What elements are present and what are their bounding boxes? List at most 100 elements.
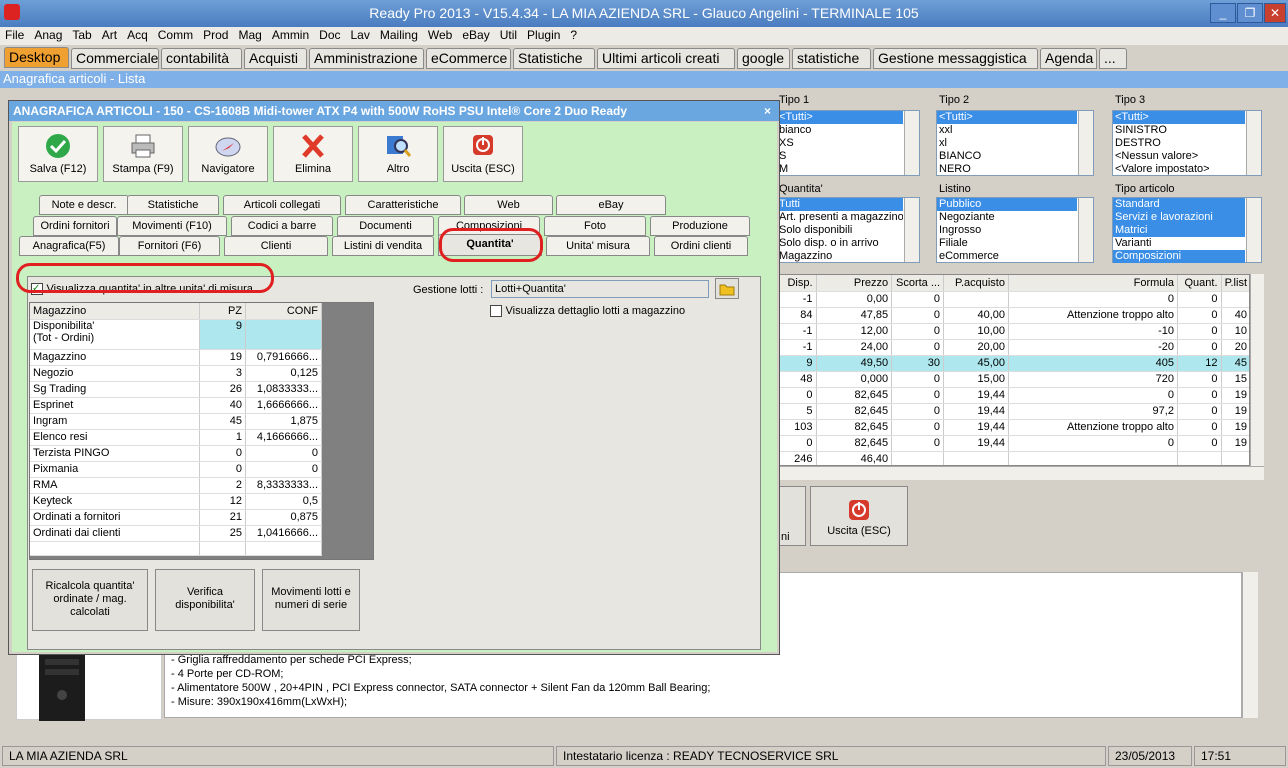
table-row[interactable]: Keyteck 12 0,5 xyxy=(30,493,322,510)
minimize-button[interactable]: _ xyxy=(1210,3,1236,23)
menu-doc-item[interactable]: Doc xyxy=(319,28,340,42)
tab-main-4[interactable]: Amministrazione xyxy=(309,48,424,69)
filter-scrollbar[interactable] xyxy=(1246,111,1261,175)
dialog-tab[interactable]: Statistiche xyxy=(127,195,219,215)
menu-art-item[interactable]: Art xyxy=(102,28,117,42)
qty-grid[interactable]: Magazzino PZ CONF Disponibilita' (Tot - Ord… xyxy=(29,302,374,560)
tab-main-8[interactable]: google xyxy=(737,48,790,69)
table-row[interactable]: 0 82,645 0 19,44 0 0 19 xyxy=(777,435,1249,452)
filter-option[interactable]: <Tutti> xyxy=(937,111,1077,124)
tipo2-list[interactable]: <Tutti> xxl xl BIANCO NERO xyxy=(936,110,1094,176)
qty-header-cell[interactable]: Magazzino xyxy=(30,303,201,320)
filter-option[interactable]: Servizi e lavorazioni xyxy=(1113,211,1245,224)
table-row[interactable]: -1 0,00 0 0 0 xyxy=(777,291,1249,308)
menu-mailing-item[interactable]: Mailing xyxy=(380,28,418,42)
dialog-tab[interactable]: Clienti xyxy=(224,236,328,256)
dialog-tab[interactable]: Ordini clienti xyxy=(654,236,748,256)
table-row[interactable]: 48 0,000 0 15,00 720 0 15 xyxy=(777,371,1249,388)
filter-option[interactable]: Magazzino xyxy=(777,250,903,263)
menu-mag-item[interactable]: Mag xyxy=(238,28,261,42)
tab-main-5[interactable]: eCommerce xyxy=(426,48,511,69)
table-row[interactable]: Magazzino 19 0,7916666... xyxy=(30,349,322,366)
tipo-articolo-list[interactable]: Standard Servizi e lavorazioni Matrici Vari… xyxy=(1112,197,1262,263)
dialog-tab[interactable]: eBay xyxy=(556,195,666,215)
table-row[interactable]: -1 12,00 0 10,00 -10 0 10 xyxy=(777,323,1249,340)
dialog-tab[interactable]: Foto xyxy=(544,216,646,236)
qty-header-cell[interactable]: PZ xyxy=(199,303,247,320)
lotti-checkbox-row[interactable]: Visualizza dettaglio lotti a magazzino xyxy=(490,304,685,317)
dialog-tab[interactable]: Listini di vendita xyxy=(332,236,434,256)
table-row[interactable]: Ingram 45 1,875 xyxy=(30,413,322,430)
table-row[interactable]: 103 82,645 0 19,44 Attenzione troppo alto 0 19 xyxy=(777,419,1249,436)
dialog-tab[interactable]: Articoli collegati xyxy=(223,195,341,215)
listino-list[interactable]: Pubblico Negoziante Ingrosso Filiale eCommer… xyxy=(936,197,1094,263)
filter-scrollbar[interactable] xyxy=(904,111,919,175)
filter-option[interactable]: xl xyxy=(937,137,1077,150)
filter-option[interactable]: Negoziante xyxy=(937,211,1077,224)
dialog-tab[interactable]: Web xyxy=(464,195,553,215)
table-row[interactable]: 0 82,645 0 19,44 0 0 19 xyxy=(777,387,1249,404)
grid-header-cell[interactable]: Prezzo xyxy=(816,275,893,292)
menu-file-item[interactable]: File xyxy=(5,28,24,42)
filter-scrollbar[interactable] xyxy=(1078,111,1093,175)
table-row[interactable]: Negozio 3 0,125 xyxy=(30,365,322,382)
menu-tab-item[interactable]: Tab xyxy=(72,28,91,42)
table-row[interactable]: Terzista PINGO 0 0 xyxy=(30,445,322,462)
grid-header-cell[interactable]: Disp. xyxy=(777,275,817,292)
gestione-lotti-field[interactable]: Lotti+Quantita' xyxy=(491,280,709,298)
table-row[interactable]: 246 46,40 xyxy=(777,451,1249,465)
grid-header-cell[interactable]: P.acquisto xyxy=(943,275,1009,292)
filter-option[interactable]: BIANCO xyxy=(937,150,1077,163)
dialog-tab[interactable]: Produzione xyxy=(650,216,750,236)
save-button[interactable]: Salva (F12) xyxy=(18,126,98,182)
table-row[interactable]: -1 24,00 0 20,00 -20 0 20 xyxy=(777,339,1249,356)
filter-option[interactable]: M xyxy=(777,163,903,176)
table-row[interactable]: Ordinati a fornitori 21 0,875 xyxy=(30,509,322,526)
lotti-folder-button[interactable] xyxy=(715,278,739,299)
filter-option[interactable]: DESTRO xyxy=(1113,137,1245,150)
bg-exit-button[interactable]: Uscita (ESC) xyxy=(810,486,908,546)
dialog-close-button[interactable]: × xyxy=(764,101,771,121)
filter-option[interactable]: <Tutti> xyxy=(777,111,903,124)
menu-comm-item[interactable]: Comm xyxy=(158,28,193,42)
filter-option[interactable]: XS xyxy=(777,137,903,150)
filter-option[interactable]: Art. presenti a magazzino xyxy=(777,211,903,224)
filter-scrollbar[interactable] xyxy=(904,198,919,262)
dialog-tab[interactable]: Ordini fornitori xyxy=(33,216,117,236)
table-row[interactable]: Esprinet 40 1,6666666... xyxy=(30,397,322,414)
recalc-button[interactable]: Ricalcola quantita' ordinate / mag. calc… xyxy=(32,569,148,631)
filter-option[interactable]: SINISTRO xyxy=(1113,124,1245,137)
filter-option[interactable]: <Nessun valore> xyxy=(1113,150,1245,163)
tab-main-7[interactable]: Ultimi articoli creati xyxy=(597,48,735,69)
article-grid-scrollbar[interactable] xyxy=(1250,274,1264,466)
tab-main-1[interactable]: Commerciale xyxy=(71,48,159,69)
grid-header-cell[interactable]: Formula xyxy=(1008,275,1178,292)
table-row[interactable]: 5 82,645 0 19,44 97,2 0 19 xyxy=(777,403,1249,420)
filter-scrollbar[interactable] xyxy=(1246,198,1261,262)
lotti-checkbox[interactable] xyxy=(490,305,502,317)
grid-header-cell[interactable]: P.list xyxy=(1221,275,1249,292)
menu-util-item[interactable]: Util xyxy=(500,28,517,42)
menu-lav-item[interactable]: Lav xyxy=(351,28,370,42)
dialog-tab[interactable]: Anagrafica(F5) xyxy=(19,236,119,256)
navigator-button[interactable]: Navigatore xyxy=(188,126,268,182)
table-row[interactable]: 9 49,50 30 45,00 405 12 45 xyxy=(777,355,1249,372)
filter-option[interactable]: bianco xyxy=(777,124,903,137)
tab-main-6[interactable]: Statistiche xyxy=(513,48,595,69)
tab-main-2[interactable]: contabilità xyxy=(161,48,242,69)
filter-option[interactable]: eCommerce xyxy=(937,250,1077,263)
dialog-tab[interactable]: Caratteristiche xyxy=(345,195,461,215)
tab-main-11[interactable]: Agenda xyxy=(1040,48,1097,69)
menu-ebay-item[interactable]: eBay xyxy=(462,28,489,42)
grid-header-cell[interactable]: Quant. xyxy=(1177,275,1222,292)
dialog-tab[interactable]: Movimenti (F10) xyxy=(117,216,227,236)
exit-button[interactable]: Uscita (ESC) xyxy=(443,126,523,182)
tab-main-3[interactable]: Acquisti xyxy=(244,48,307,69)
description-scrollbar[interactable] xyxy=(1242,572,1258,718)
menu-plugin-item[interactable]: Plugin xyxy=(527,28,560,42)
tab-main-9[interactable]: statistiche xyxy=(792,48,871,69)
tab-main-12[interactable]: ... xyxy=(1099,48,1127,69)
filter-option[interactable]: Filiale xyxy=(937,237,1077,250)
filter-option[interactable]: <Valore impostato> xyxy=(1113,163,1245,176)
other-button[interactable]: Altro xyxy=(358,126,438,182)
